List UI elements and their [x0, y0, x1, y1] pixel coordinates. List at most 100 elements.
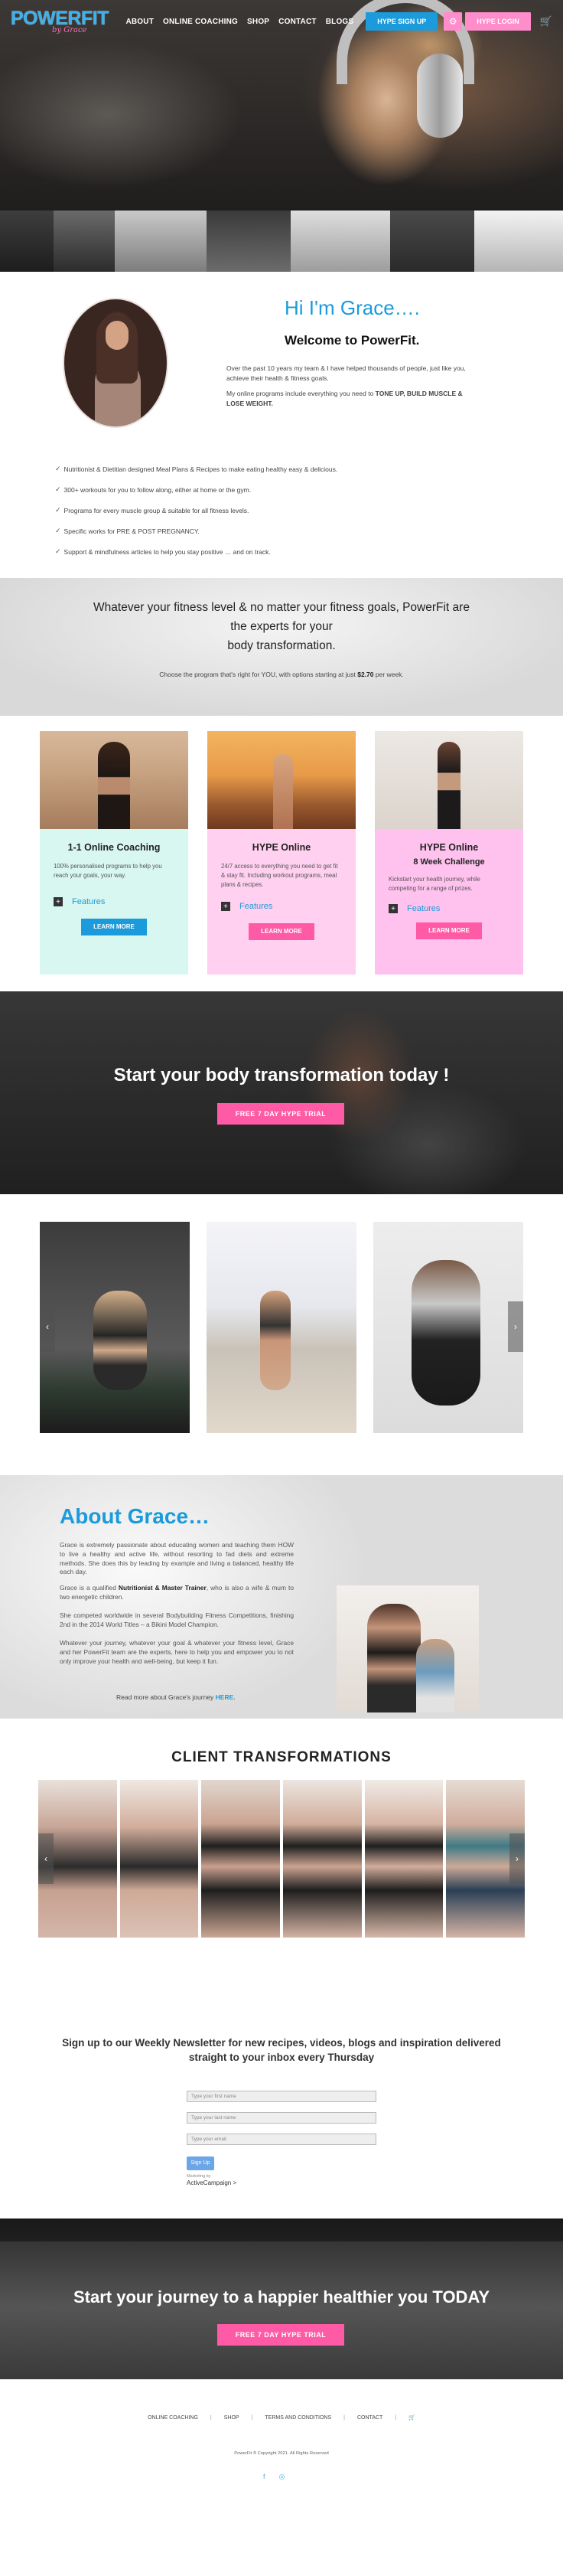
checklist-item: ✓ Programs for every muscle group & suita…	[55, 500, 337, 521]
about-read-more: Read more about Grace's journey HERE.	[116, 1693, 236, 1701]
free-trial-button[interactable]: FREE 7 DAY HYPE TRIAL	[217, 1103, 344, 1125]
check-icon: ✓	[55, 506, 61, 514]
site-footer: ONLINE COACHING | SHOP | TERMS AND CONDI…	[0, 2379, 563, 2501]
nav-shop[interactable]: SHOP	[242, 18, 274, 26]
about-paragraph-text: Grace is a qualified	[60, 1584, 119, 1592]
banner-price: $2.70	[357, 671, 374, 678]
about-read-more-text: Read more about Grace's journey	[116, 1693, 216, 1701]
about-section: About Grace… Grace is extremely passiona…	[0, 1475, 563, 1719]
program-features-label: Features	[407, 904, 441, 913]
first-name-input[interactable]: Type your first name	[187, 2091, 376, 2102]
footer-cart-icon[interactable]: 🛒	[408, 2414, 415, 2421]
carousel-next-arrow[interactable]: ›	[508, 1301, 523, 1352]
program-card-body: 1-1 Online Coaching 100% personalised pr…	[40, 829, 188, 975]
program-card-body: HYPE Online 24/7 access to everything yo…	[207, 829, 356, 975]
checklist-item-label: 300+ workouts for you to follow along, e…	[63, 485, 252, 494]
program-image-detail	[98, 742, 130, 829]
check-icon: ✓	[55, 465, 61, 472]
footer-separator: |	[343, 2414, 345, 2421]
checklist-item: ✓ 300+ workouts for you to follow along, …	[55, 479, 337, 500]
check-icon: ✓	[55, 485, 61, 493]
program-card-challenge[interactable]: HYPE Online 8 Week Challenge Kickstart y…	[375, 731, 523, 975]
program-card-body: HYPE Online 8 Week Challenge Kickstart y…	[375, 829, 523, 975]
logo-text: POWERFIT	[11, 7, 109, 29]
program-features-toggle[interactable]: + Features	[54, 897, 174, 906]
cta-journey: Start your journey to a happier healthie…	[0, 2218, 563, 2379]
nav-contact[interactable]: CONTACT	[274, 18, 321, 26]
program-image-detail	[273, 754, 293, 829]
cart-icon[interactable]: 🛒	[540, 15, 552, 28]
hero-image-detail	[417, 54, 463, 138]
grace-portrait	[63, 298, 168, 428]
newsletter-heading: Sign up to our Weekly Newsletter for new…	[52, 2036, 511, 2065]
footer-separator: |	[251, 2414, 253, 2421]
portrait-detail	[106, 321, 129, 350]
free-trial-button[interactable]: FREE 7 DAY HYPE TRIAL	[217, 2324, 344, 2346]
gear-icon[interactable]: ⚙	[444, 12, 463, 31]
learn-more-button[interactable]: LEARN MORE	[416, 922, 482, 939]
transformations-next-arrow[interactable]: ›	[509, 1833, 525, 1884]
program-features-toggle[interactable]: + Features	[221, 902, 342, 911]
footer-link-contact[interactable]: CONTACT	[357, 2415, 382, 2421]
strip-image	[291, 211, 390, 272]
transformations-prev-arrow[interactable]: ‹	[38, 1833, 54, 1884]
strip-image	[115, 211, 207, 272]
experts-banner: Whatever your fitness level & no matter …	[0, 578, 563, 716]
activecampaign-link[interactable]: ActiveCampaign >	[187, 2179, 236, 2186]
program-description: 24/7 access to everything you need to ge…	[221, 863, 338, 888]
newsletter-signup-button[interactable]: Sign Up	[187, 2156, 214, 2170]
carousel-prev-arrow[interactable]: ‹	[40, 1301, 55, 1352]
nav-about[interactable]: ABOUT	[121, 18, 158, 26]
email-input[interactable]: Type your email	[187, 2134, 376, 2145]
program-image	[375, 731, 523, 829]
logo[interactable]: POWERFIT by Grace	[11, 7, 109, 34]
about-photo-detail	[367, 1604, 421, 1712]
program-card-hype[interactable]: HYPE Online 24/7 access to everything yo…	[207, 731, 356, 975]
about-read-more-link[interactable]: HERE.	[216, 1693, 236, 1701]
cta-overlay	[0, 991, 563, 1194]
hype-login-button[interactable]: HYPE LOGIN	[465, 12, 531, 31]
transformation-image	[201, 1780, 281, 1938]
checklist-item-label: Support & mindfulness articles to help y…	[63, 547, 271, 556]
strip-image	[390, 211, 474, 272]
footer-link-online-coaching[interactable]: ONLINE COACHING	[148, 2415, 198, 2421]
about-photo	[337, 1585, 479, 1712]
footer-links: ONLINE COACHING | SHOP | TERMS AND CONDI…	[0, 2414, 563, 2421]
about-paragraph: Grace is a qualified Nutritionist & Mast…	[60, 1584, 294, 1602]
program-title: HYPE Online	[419, 842, 479, 853]
program-features-label: Features	[239, 902, 273, 911]
program-image	[207, 731, 356, 829]
checklist-item-label: Programs for every muscle group & suitab…	[63, 506, 249, 514]
learn-more-button[interactable]: LEARN MORE	[81, 919, 147, 935]
program-title: 1-1 Online Coaching	[67, 842, 161, 853]
footer-link-terms[interactable]: TERMS AND CONDITIONS	[265, 2415, 331, 2421]
hype-signup-button[interactable]: HYPE SIGN UP	[366, 12, 438, 31]
program-features-toggle[interactable]: + Features	[389, 904, 509, 913]
facebook-icon[interactable]: f	[263, 2473, 265, 2481]
cta-heading: Start your journey to a happier healthie…	[73, 2287, 490, 2307]
intro-title: Hi I'm Grace….	[285, 296, 420, 319]
check-icon: ✓	[55, 527, 61, 534]
last-name-input[interactable]: Type your last name	[187, 2112, 376, 2124]
nav-blogs[interactable]: BLOGS	[321, 18, 359, 26]
carousel-image	[373, 1222, 523, 1433]
learn-more-button[interactable]: LEARN MORE	[249, 923, 314, 940]
plus-icon: +	[389, 904, 398, 913]
carousel-image-detail	[412, 1260, 480, 1406]
about-paragraph-bold: Nutritionist & Master Trainer	[118, 1584, 207, 1592]
nav-links: ABOUT ONLINE COACHING SHOP CONTACT BLOGS…	[121, 12, 552, 31]
instagram-icon[interactable]: ◎	[279, 2473, 285, 2481]
transformation-image	[364, 1780, 444, 1938]
checklist-item-label: Specific works for PRE & POST PREGNANCY.	[63, 527, 200, 535]
banner-heading: Whatever your fitness level & no matter …	[37, 598, 526, 655]
carousel-image	[40, 1222, 190, 1433]
plus-icon: +	[221, 902, 230, 911]
program-card-coaching[interactable]: 1-1 Online Coaching 100% personalised pr…	[40, 731, 188, 975]
about-paragraph: Whatever your journey, whatever your goa…	[60, 1639, 294, 1665]
footer-separator: |	[395, 2414, 397, 2421]
nav-online-coaching[interactable]: ONLINE COACHING	[158, 18, 242, 26]
footer-link-shop[interactable]: SHOP	[224, 2415, 239, 2421]
transformations-carousel: ‹ ›	[38, 1780, 526, 1938]
about-paragraph: She competed worldwide in several Bodybu…	[60, 1611, 294, 1628]
logo-tagline: by Grace	[52, 25, 87, 34]
